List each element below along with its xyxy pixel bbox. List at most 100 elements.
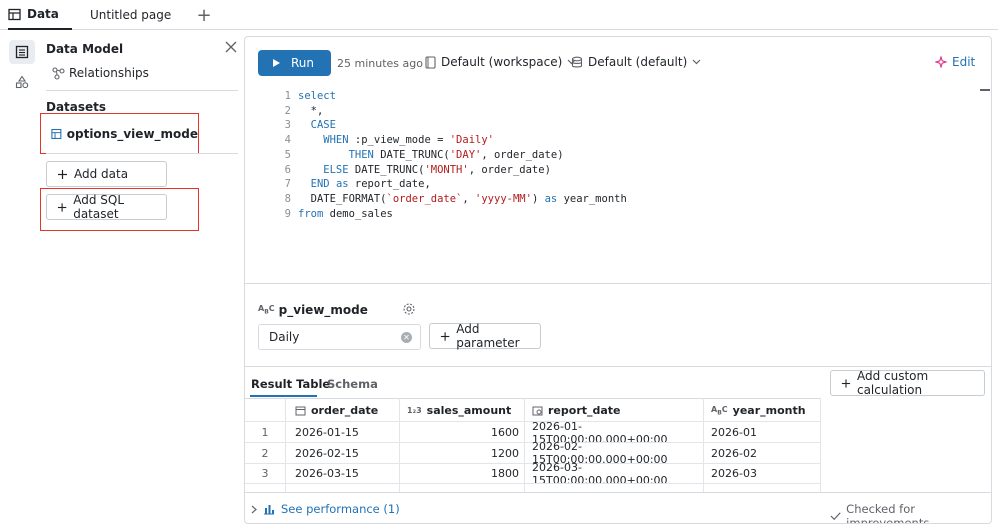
add-page-button[interactable]: + (196, 0, 212, 30)
run-button[interactable]: Run (258, 50, 331, 76)
table-cell-order-date: 2026-02-15 (295, 446, 359, 460)
code-line[interactable]: 3 CASE (245, 119, 945, 134)
edit-label: Edit (952, 55, 976, 69)
add-sql-dataset-button[interactable]: Add SQL dataset (46, 193, 167, 221)
column-header-year-month[interactable]: ABC year_month (711, 400, 806, 421)
code-text: *, (298, 105, 324, 117)
datasets-heading: Datasets (46, 100, 107, 114)
add-data-button[interactable]: Add data (46, 161, 167, 187)
line-number: 4 (284, 134, 291, 147)
string-type-icon: ABC (258, 303, 275, 316)
dataset-item-options-view-mode[interactable]: options_view_mode (40, 113, 199, 154)
rail-shapes-button[interactable] (9, 70, 35, 94)
sidebar-title: Data Model (46, 42, 124, 56)
add-parameter-label: Add parameter (456, 322, 520, 350)
column-header-order-date[interactable]: order_date (295, 400, 378, 421)
close-icon[interactable] (224, 40, 238, 54)
code-line[interactable]: 4 WHEN :p_view_mode = 'Daily' (245, 134, 945, 149)
code-token: , order_date) (468, 163, 551, 176)
plus-icon (440, 331, 450, 341)
line-number: 6 (284, 163, 291, 176)
divider (46, 90, 238, 91)
code-token: CASE (298, 119, 336, 132)
code-token: 'yyyy-MM' (475, 192, 532, 205)
editor-scroll-marker (980, 89, 990, 91)
code-line[interactable]: 2 *, (245, 105, 945, 120)
run-label: Run (291, 56, 315, 70)
code-text: CASE (298, 119, 336, 131)
workspace-label: Default (workspace) (441, 55, 563, 69)
code-line[interactable]: 9 from demo_sales (245, 208, 945, 223)
column-header-label: order_date (311, 404, 379, 417)
code-line[interactable]: 7 END as report_date, (245, 178, 945, 193)
add-parameter-button[interactable]: Add parameter (429, 322, 541, 350)
schema-select[interactable]: Default (default) (571, 55, 701, 69)
code-token: ELSE (298, 163, 355, 176)
rail-data-model-button[interactable] (9, 40, 35, 64)
column-divider (524, 398, 525, 492)
table-cell-report-date: 2026-03-15T00:00:00.000+00:00 (532, 460, 668, 487)
code-line[interactable]: 5 THEN DATE_TRUNC('DAY', order_date) (245, 149, 945, 164)
code-token: , (462, 192, 476, 205)
relationships-label: Relationships (69, 66, 149, 80)
plus-icon (57, 202, 67, 212)
line-number: 2 (284, 104, 291, 117)
row-divider (245, 483, 820, 484)
code-token: year_month (557, 192, 627, 205)
divider (245, 398, 820, 399)
tab-untitled-label: Untitled page (90, 8, 172, 22)
sql-editor[interactable]: 1 select 2 *, 3 CASE 4 WHEN :p_view_mode = '… (245, 85, 991, 283)
table-cell-idx: 2 (261, 446, 269, 460)
column-divider (703, 398, 704, 492)
table-cell-year-month: 2026-03 (711, 467, 757, 480)
code-line[interactable]: 1 select (245, 90, 945, 105)
code-text: WHEN :p_view_mode = 'Daily' (298, 134, 494, 146)
column-header-report-date[interactable]: report_date (532, 400, 621, 421)
code-line[interactable]: 8 DATE_FORMAT(`order_date`, 'yyyy-MM') a… (245, 193, 945, 208)
line-number: 9 (284, 207, 291, 220)
code-text: THEN DATE_TRUNC('DAY', order_date) (298, 149, 564, 161)
bar-chart-icon (264, 505, 274, 515)
code-token: `order_date` (386, 192, 463, 205)
code-line[interactable]: 6 ELSE DATE_TRUNC('MONTH', order_date) (245, 164, 945, 179)
code-token: WHEN (298, 134, 355, 147)
data-model-sidebar: Data Model Relationships Datasets option… (40, 30, 244, 524)
relationships-icon (52, 66, 65, 80)
code-token: demo_sales (323, 207, 393, 220)
relationships-link[interactable]: Relationships (52, 66, 149, 80)
line-number: 3 (284, 119, 291, 132)
gear-icon[interactable] (402, 302, 416, 316)
chevron-down-icon (692, 59, 701, 65)
line-number: 5 (284, 148, 291, 161)
parameter-value-input[interactable]: Daily ✕ (258, 324, 421, 350)
number-type-icon: 1₂3 (407, 406, 422, 415)
table-cell-sales-amount: 1200 (491, 446, 519, 460)
dataset-editor-panel: Run 25 minutes ago Default (workspace) D… (244, 36, 992, 524)
chevron-right-icon (251, 505, 257, 513)
editor-toolbar: Run 25 minutes ago Default (workspace) D… (245, 37, 991, 85)
add-custom-calculation-button[interactable]: Add custom calculation (830, 369, 985, 397)
tab-data[interactable]: Data (8, 0, 72, 30)
tab-result-table[interactable]: Result Table (251, 377, 330, 391)
tab-untitled-page[interactable]: Untitled page (90, 0, 171, 30)
checked-label: Checked for improvements (846, 502, 930, 524)
edit-button[interactable]: Edit (935, 55, 975, 69)
see-performance-link[interactable]: See performance (1) (251, 502, 400, 516)
line-number: 8 (284, 192, 291, 205)
table-cell-idx: 1 (261, 426, 269, 439)
divider (245, 366, 991, 367)
clear-icon[interactable]: ✕ (401, 332, 412, 343)
shapes-icon (15, 75, 29, 89)
column-header-label: report_date (548, 404, 621, 417)
code-token: report_date, (348, 178, 431, 191)
tab-schema[interactable]: Schema (327, 377, 378, 391)
column-divider (285, 398, 286, 492)
line-number: 7 (284, 178, 291, 191)
code-text: from demo_sales (298, 208, 393, 220)
code-token: END (298, 178, 336, 191)
see-performance-label: See performance (1) (281, 502, 400, 516)
code-text: select (298, 90, 336, 102)
column-divider (820, 398, 821, 492)
workspace-select[interactable]: Default (workspace) (425, 55, 576, 69)
column-header-sales-amount[interactable]: 1₂3 sales_amount (407, 400, 511, 421)
